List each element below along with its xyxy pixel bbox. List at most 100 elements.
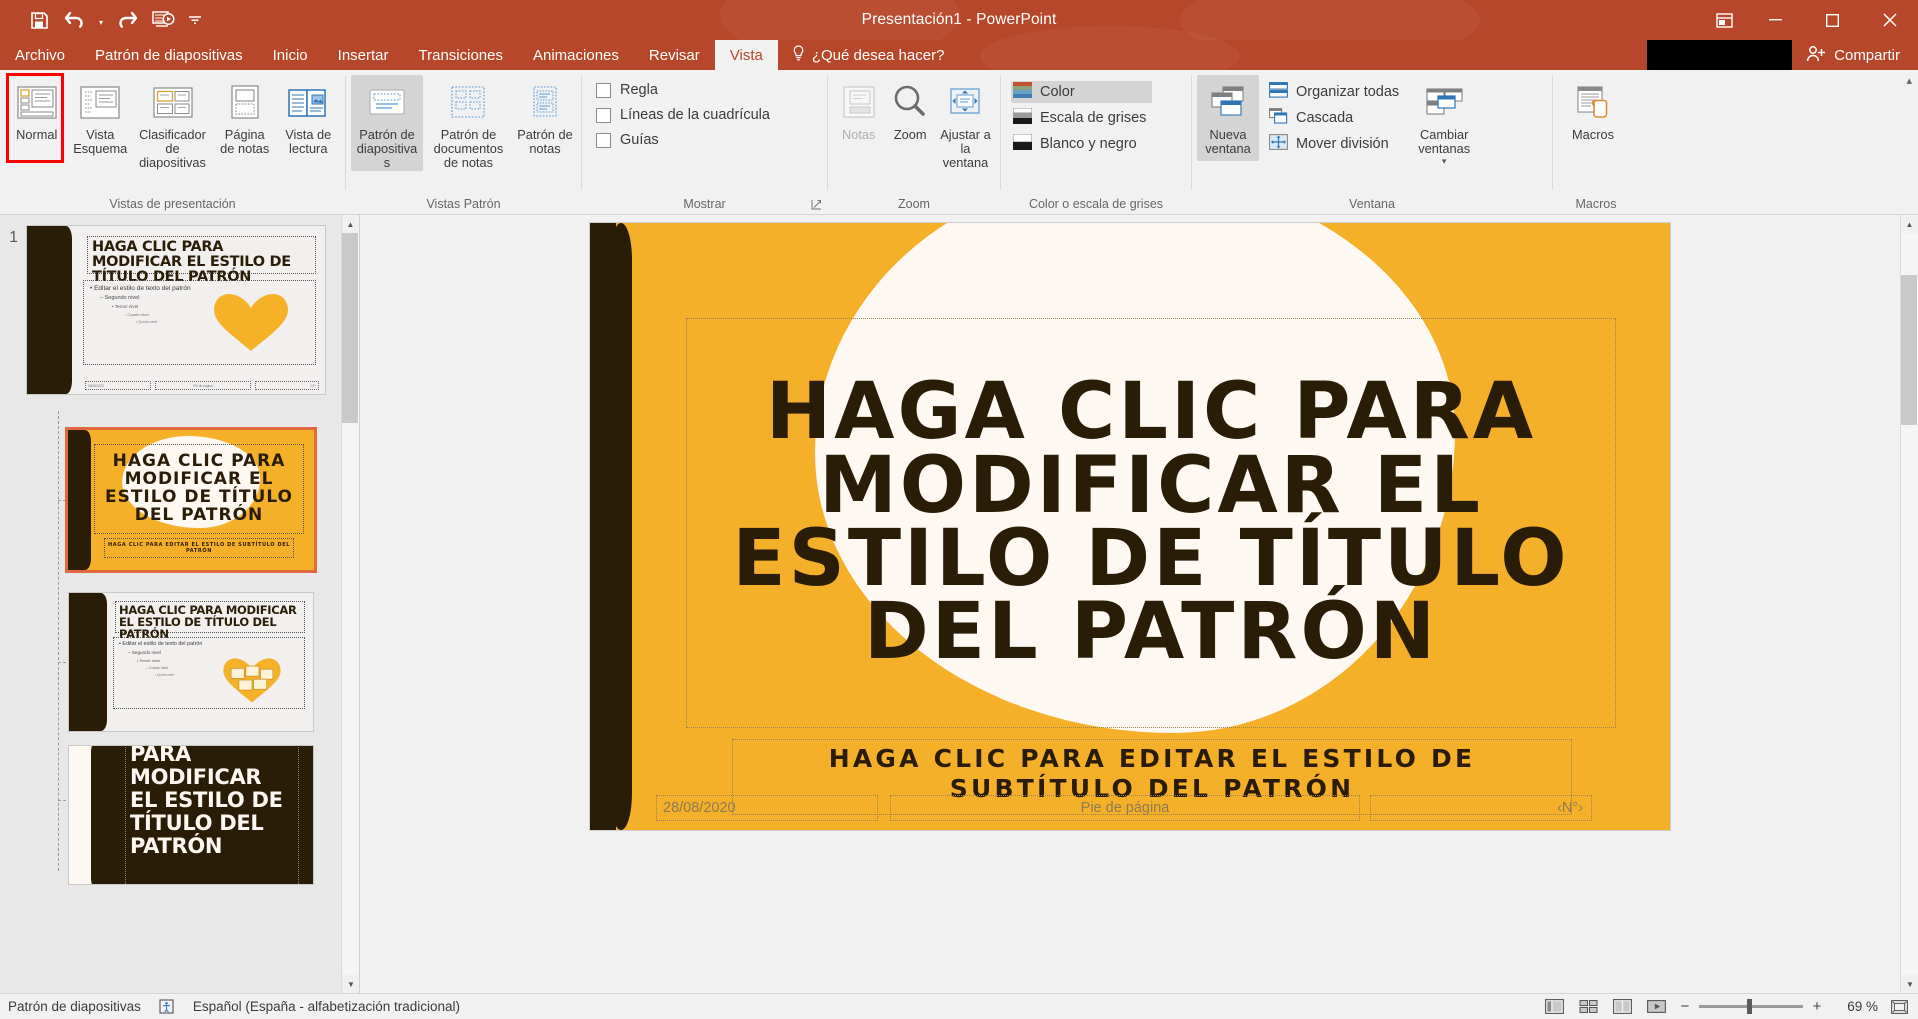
tab-patron-de-diapositivas[interactable]: Patrón de diapositivas <box>80 40 258 70</box>
checkbox-regla-box[interactable] <box>596 82 611 98</box>
customize-qat-icon[interactable] <box>182 5 208 35</box>
cascade-icon <box>1269 108 1288 128</box>
slide-footer-number-placeholder[interactable]: ‹N°› <box>1370 795 1592 821</box>
accessibility-checker-icon[interactable] <box>155 997 179 1017</box>
undo-icon[interactable] <box>58 5 92 35</box>
thumbnail-scrollbar[interactable]: ▲ ▼ <box>341 215 359 993</box>
ribbon-button-vista-de-lectura[interactable]: Vista de lectura <box>276 75 340 161</box>
ribbon-group-vistas-de-presentacion: Normal Vista Esquema Clasificador de dia… <box>0 70 345 214</box>
ribbon-button-ajustar-a-la-ventana[interactable]: Ajustar a la ventana <box>936 75 995 171</box>
reading-view-icon[interactable] <box>1610 997 1634 1017</box>
ribbon-button-clasificador-de-diapositivas[interactable]: Clasificador de diapositivas <box>132 75 213 171</box>
zoom-in-button[interactable]: + <box>1810 998 1824 1015</box>
slide-sorter-icon[interactable] <box>1576 997 1600 1017</box>
command-cascada[interactable]: Cascada <box>1267 107 1405 129</box>
fit-to-window-icon <box>945 80 985 126</box>
thumbnail-layout-content[interactable]: HAGA CLIC PARA MODIFICAR EL ESTILO DE TÍ… <box>68 592 314 732</box>
command-organizar-todas[interactable]: Organizar todas <box>1267 81 1405 103</box>
ribbon-button-macros[interactable]: Macros <box>1558 75 1628 161</box>
slide-scroll-down-icon[interactable]: ▼ <box>1901 975 1918 993</box>
thumbnail-row-layout-title: HAGA CLIC PARA MODIFICAR EL ESTILO DE TÍ… <box>65 427 317 573</box>
fit-slide-icon[interactable] <box>1888 998 1910 1016</box>
command-mover-division[interactable]: Mover división <box>1267 133 1405 155</box>
tab-inicio[interactable]: Inicio <box>258 40 323 70</box>
thumbnail-scroll-up-icon[interactable]: ▲ <box>342 215 359 233</box>
zoom-out-button[interactable]: − <box>1678 998 1692 1015</box>
checkbox-guias[interactable]: Guías <box>595 131 774 149</box>
option-blanco-y-negro[interactable]: Blanco y negro <box>1011 133 1152 155</box>
normal-view-icon <box>15 80 59 126</box>
slide-master-icon <box>365 80 409 126</box>
mostrar-dialog-launcher[interactable] <box>808 196 824 212</box>
slide-footer-center-placeholder[interactable]: Pie de página <box>890 795 1360 821</box>
quick-access-toolbar: ▾ <box>0 5 208 35</box>
close-icon[interactable] <box>1861 0 1918 40</box>
mini-body-placeholder: • Editar el estilo de texto del patrón –… <box>83 280 316 365</box>
arrange-all-icon <box>1269 82 1288 102</box>
undo-dropdown-icon[interactable]: ▾ <box>94 5 108 35</box>
slide-title-placeholder[interactable]: HAGA CLIC PARA MODIFICAR EL ESTILO DE TÍ… <box>686 318 1616 728</box>
option-escala-de-grises-label: Escala de grises <box>1040 110 1147 126</box>
mini-subtitle-text: HAGA CLIC PARA EDITAR EL ESTILO DE SUBTÍ… <box>107 542 291 554</box>
thumbnail-layout-section[interactable]: PARA MODIFICAR EL ESTILO DE TÍTULO DEL P… <box>68 745 314 885</box>
ribbon-button-patron-de-documentos-de-notas[interactable]: Patrón de documentos de notas <box>423 75 514 171</box>
tab-vista[interactable]: Vista <box>714 40 778 70</box>
zoom-slider[interactable]: − + <box>1678 998 1824 1015</box>
thumbnail-master[interactable]: HAGA CLIC PARA MODIFICAR EL ESTILO DE TÍ… <box>26 225 326 395</box>
option-color[interactable]: Color <box>1011 81 1153 103</box>
tab-insertar[interactable]: Insertar <box>323 40 404 70</box>
tab-archivo[interactable]: Archivo <box>0 40 80 70</box>
thumbnail-number: 1 <box>9 229 18 246</box>
checkbox-lineas-de-la-cuadricula[interactable]: Líneas de la cuadrícula <box>595 106 774 124</box>
thumbnail-scroll-down-icon[interactable]: ▼ <box>342 975 359 993</box>
save-icon[interactable] <box>22 5 56 35</box>
checkbox-regla[interactable]: Regla <box>595 81 774 99</box>
tab-revisar[interactable]: Revisar <box>634 40 715 70</box>
tab-animaciones[interactable]: Animaciones <box>518 40 634 70</box>
zoom-level-label[interactable]: 69 % <box>1834 999 1878 1014</box>
ribbon-button-notas[interactable]: Notas <box>833 75 884 161</box>
slide-pane-scrollbar[interactable]: ▲ ▼ <box>1900 215 1918 993</box>
slide-title-text[interactable]: HAGA CLIC PARA MODIFICAR EL ESTILO DE TÍ… <box>687 373 1615 671</box>
ribbon-button-zoom[interactable]: Zoom <box>884 75 935 161</box>
zoom-knob[interactable] <box>1747 999 1752 1014</box>
ribbon-button-nueva-ventana[interactable]: Nueva ventana <box>1197 75 1259 161</box>
option-escala-de-grises[interactable]: Escala de grises <box>1011 107 1152 129</box>
ribbon-group-macros: Macros Macros <box>1553 70 1639 214</box>
normal-view-icon[interactable] <box>1542 997 1566 1017</box>
restore-icon[interactable] <box>1804 0 1861 40</box>
tab-transiciones[interactable]: Transiciones <box>404 40 518 70</box>
slide-footer-date-placeholder[interactable]: 28/08/2020 <box>656 795 878 821</box>
start-presentation-icon[interactable] <box>146 5 180 35</box>
ribbon-display-options-icon[interactable] <box>1701 0 1747 40</box>
mini-slide-layout-content: HAGA CLIC PARA MODIFICAR EL ESTILO DE TÍ… <box>69 593 313 731</box>
ribbon-button-pagina-de-notas[interactable]: Página de notas <box>213 75 277 161</box>
workspace: 1 HAGA CLIC PARA MODIFICAR EL ESTILO DE … <box>0 215 1918 993</box>
minimize-icon[interactable] <box>1747 0 1804 40</box>
tell-me-box[interactable]: ¿Qué desea hacer? <box>778 40 944 70</box>
thumbnail-scrollbar-thumb[interactable] <box>342 233 358 423</box>
slide-scroll-up-icon[interactable]: ▲ <box>1901 215 1918 233</box>
ribbon-button-vista-de-lectura-label: Vista de lectura <box>285 127 332 156</box>
thumbnail-row-master: 1 HAGA CLIC PARA MODIFICAR EL ESTILO DE … <box>0 225 326 395</box>
slide-scrollbar-thumb[interactable] <box>1901 275 1917 425</box>
ribbon-button-patron-de-diapositivas[interactable]: Patrón de diapositivas <box>351 75 423 171</box>
ribbon-button-normal[interactable]: Normal <box>5 75 69 161</box>
share-button[interactable]: Compartir <box>1792 40 1918 70</box>
collapse-ribbon-icon[interactable]: ▴ <box>1906 74 1912 87</box>
slide-thumbnail-pane[interactable]: 1 HAGA CLIC PARA MODIFICAR EL ESTILO DE … <box>0 215 360 993</box>
zoom-track[interactable] <box>1699 999 1803 1014</box>
master-layout-connector <box>58 411 59 871</box>
ribbon-button-patron-de-notas[interactable]: Patrón de notas <box>514 75 576 161</box>
cambiar-ventanas-caret-icon[interactable]: ▾ <box>1442 156 1447 167</box>
status-language[interactable]: Español (España - alfabetización tradici… <box>193 999 460 1014</box>
thumbnail-layout-title[interactable]: HAGA CLIC PARA MODIFICAR EL ESTILO DE TÍ… <box>65 427 317 573</box>
slide-canvas[interactable]: HAGA CLIC PARA MODIFICAR EL ESTILO DE TÍ… <box>590 223 1670 830</box>
slideshow-icon[interactable] <box>1644 997 1668 1017</box>
ribbon-button-vista-esquema[interactable]: Vista Esquema <box>69 75 133 161</box>
checkbox-lineas-box[interactable] <box>596 107 611 123</box>
checkbox-guias-box[interactable] <box>596 132 611 148</box>
slide-canvas-area[interactable]: HAGA CLIC PARA MODIFICAR EL ESTILO DE TÍ… <box>360 215 1900 993</box>
ribbon-button-cambiar-ventanas[interactable]: Cambiar ventanas ▾ <box>1405 75 1483 168</box>
redo-icon[interactable] <box>110 5 144 35</box>
